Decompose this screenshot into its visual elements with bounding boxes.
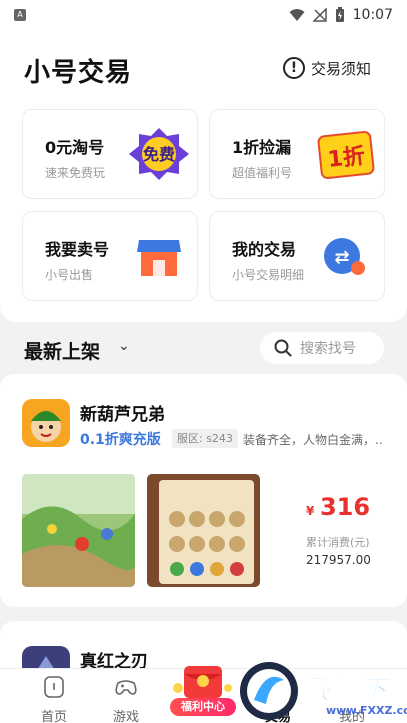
trade-menu: 0元淘号 速来免费玩 免费 1折捡漏 超值福利号 1折 我要卖号 小号出售 我的… xyxy=(0,105,407,322)
page-header: 小号交易 ! 交易须知 xyxy=(0,30,407,105)
watermark-logo-icon xyxy=(240,662,298,720)
game-screenshot[interactable] xyxy=(147,474,260,587)
trade-notice-button[interactable]: ! 交易须知 xyxy=(282,57,371,79)
status-icons: 10:07 xyxy=(289,7,393,23)
sell-account-card[interactable]: 我要卖号 小号出售 xyxy=(22,211,198,301)
game-screenshot[interactable] xyxy=(22,474,135,587)
clock: 10:07 xyxy=(352,7,393,23)
my-trades-card[interactable]: 我的交易 小号交易明细 ⇄ xyxy=(209,211,385,301)
card-title: 我的交易 xyxy=(232,240,297,259)
exchange-icon: ⇄ xyxy=(324,238,365,275)
total-spent-label: 累计消费(元) xyxy=(306,536,370,549)
nav-home[interactable]: 首页 xyxy=(19,669,89,723)
screenshot-landscape xyxy=(22,474,135,587)
chevron-down-icon[interactable]: ⌄ xyxy=(118,338,130,354)
card-title: 我要卖号 xyxy=(45,240,110,259)
free-badge-text: 免费 xyxy=(143,145,175,164)
game-avatar xyxy=(22,399,70,447)
watermark: 飞翔下载 www.FXXZ.com xyxy=(236,660,407,723)
card-title: 1折捡漏 xyxy=(232,138,292,157)
exchange-icon-glyph: ⇄ xyxy=(334,247,349,268)
red-envelope-icon xyxy=(173,666,232,698)
game-name: 新葫芦兄弟 xyxy=(80,405,165,425)
card-subtitle: 超值福利号 xyxy=(232,166,293,180)
price-value: 316 xyxy=(319,493,371,521)
wifi-icon xyxy=(289,9,305,21)
screenshot-inventory xyxy=(147,474,260,587)
search-account-input[interactable]: 搜索找号 xyxy=(260,332,384,364)
gamepad-icon xyxy=(115,680,137,695)
search-placeholder: 搜索找号 xyxy=(300,341,356,357)
home-icon xyxy=(44,676,64,698)
discount-badge-icon: 1折 xyxy=(317,130,375,180)
watermark-domain: www.FXXZ.com xyxy=(326,704,407,717)
game-logo-icon xyxy=(22,399,70,447)
listing-description: 装备齐全，人物白金满，.. xyxy=(243,433,383,447)
server-badge: 服区: s243 xyxy=(172,429,238,448)
discount-badge-text: 1折 xyxy=(327,144,367,173)
page-title: 小号交易 xyxy=(24,58,133,88)
exclamation-circle-icon: ! xyxy=(282,57,305,79)
free-badge-icon: 免费 xyxy=(129,128,189,180)
trade-notice-label: 交易须知 xyxy=(310,59,371,78)
status-bar: A 10:07 xyxy=(0,0,407,30)
listing-card[interactable]: 新葫芦兄弟 0.1折爽充版 服区: s243 装备齐全，人物白金满，.. ¥ 3… xyxy=(0,374,407,607)
nav-label: 游戏 xyxy=(112,710,139,723)
nav-games[interactable]: 游戏 xyxy=(91,669,161,723)
no-signal-icon xyxy=(312,8,327,22)
discount-account-card[interactable]: 1折捡漏 超值福利号 1折 xyxy=(209,109,385,199)
latest-section-header: 最新上架 ⌄ 搜索找号 xyxy=(0,322,407,374)
welfare-center-button[interactable]: 福利中心 xyxy=(170,662,236,718)
section-title: 最新上架 xyxy=(24,341,101,363)
welfare-center-label: 福利中心 xyxy=(170,698,236,716)
shop-icon xyxy=(137,240,181,276)
currency-symbol: ¥ xyxy=(306,504,315,518)
app-notification-icon: A xyxy=(14,9,26,21)
free-account-card[interactable]: 0元淘号 速来免费玩 免费 xyxy=(22,109,198,199)
game-version-tag: 0.1折爽充版 xyxy=(80,432,161,448)
card-subtitle: 小号出售 xyxy=(45,268,94,282)
card-title: 0元淘号 xyxy=(45,138,105,157)
search-icon xyxy=(274,339,292,357)
nav-label: 首页 xyxy=(40,710,67,723)
battery-icon xyxy=(335,7,344,22)
card-subtitle: 速来免费玩 xyxy=(45,166,106,180)
total-spent-value: 217957.00 xyxy=(306,553,371,567)
listing-price: ¥ 316 xyxy=(306,493,370,521)
card-subtitle: 小号交易明细 xyxy=(232,268,305,282)
